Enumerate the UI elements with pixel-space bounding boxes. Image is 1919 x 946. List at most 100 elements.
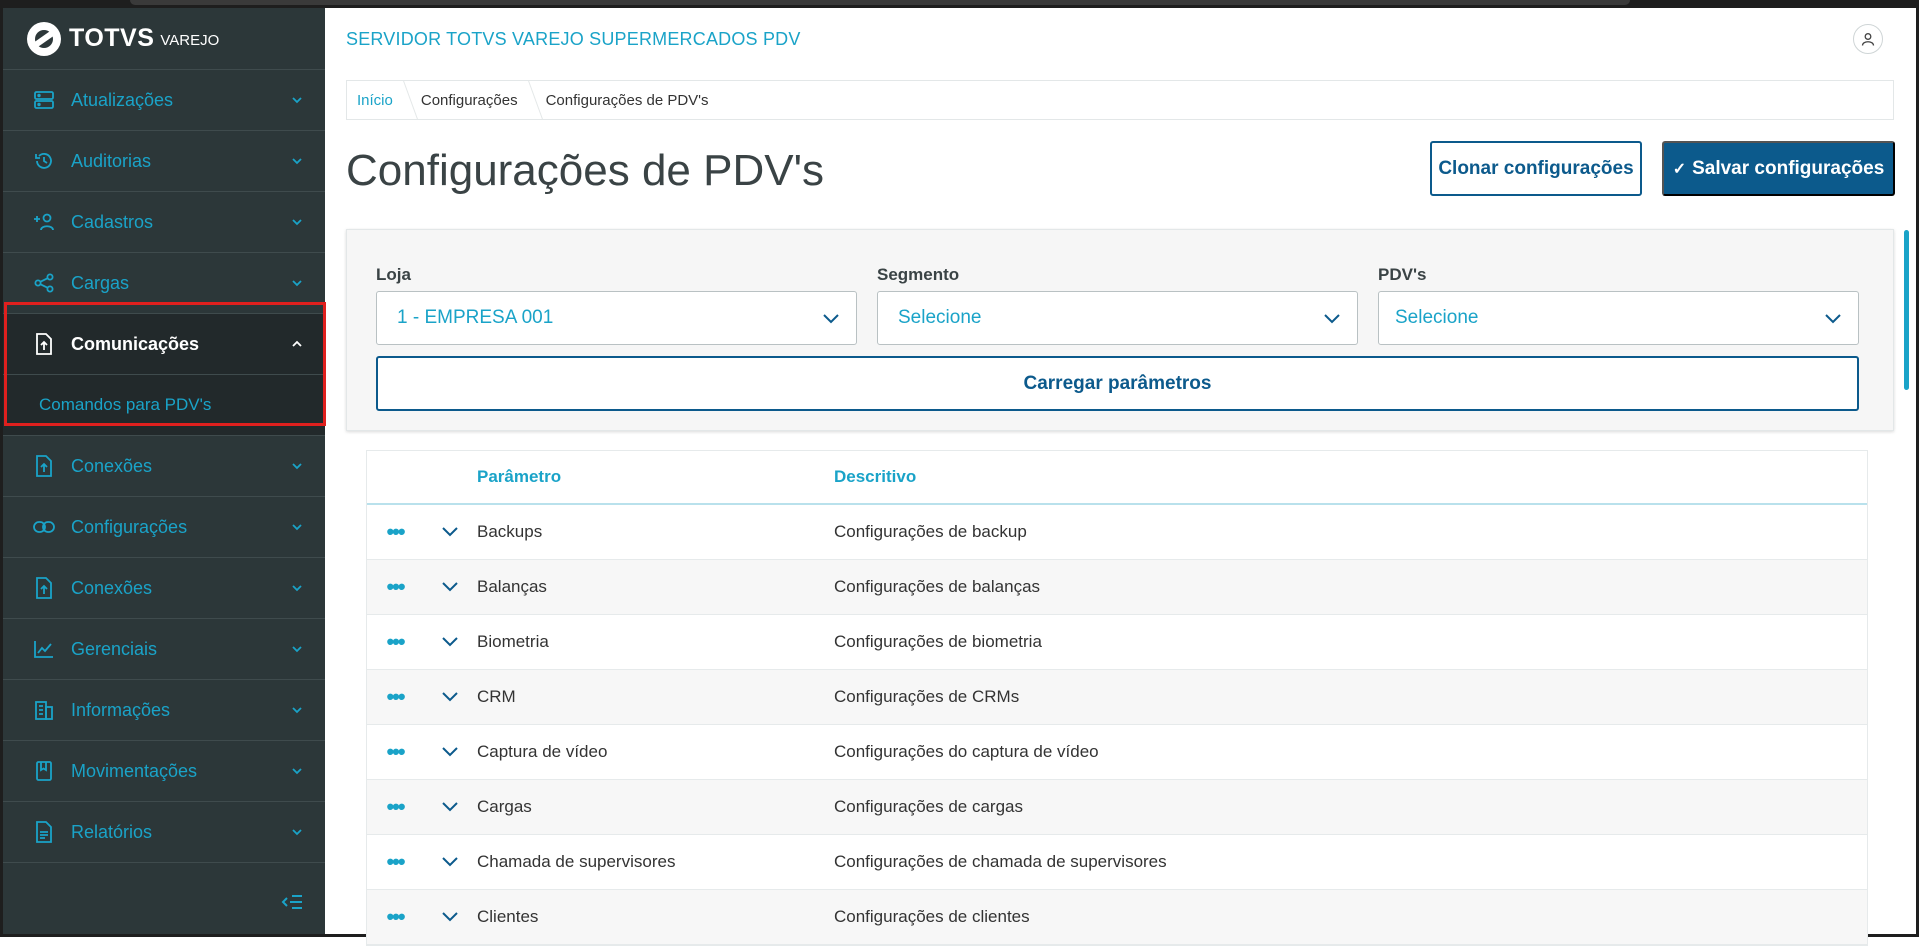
chart-icon [31, 638, 57, 660]
page-title: Configurações de PDV's [346, 146, 824, 195]
pdvs-select[interactable]: Selecione [1378, 291, 1859, 345]
sidebar-item-label: Comunicações [71, 333, 200, 354]
save-config-button[interactable]: ✓ Salvar configurações [1662, 141, 1895, 196]
add-user-icon [31, 211, 57, 233]
more-actions-icon[interactable]: ••• [367, 739, 423, 765]
collapse-menu-icon[interactable] [281, 890, 303, 916]
sidebar-subitem-comandos-pdvs[interactable]: Comandos para PDV's [3, 375, 325, 436]
table-row[interactable]: ••• Chamada de supervisores Configurações … [367, 835, 1867, 890]
share-icon [31, 272, 57, 294]
history-icon [31, 150, 57, 172]
loja-select[interactable]: 1 - EMPRESA 001 [376, 291, 857, 345]
more-actions-icon[interactable]: ••• [367, 794, 423, 820]
chevron-down-icon [292, 524, 302, 531]
upload-file-icon [31, 577, 57, 599]
server-icon [31, 89, 57, 111]
param-desc: Configurações de biometria [834, 632, 1042, 651]
table-row[interactable]: ••• Cargas Configurações de cargas [367, 780, 1867, 835]
expand-row-button[interactable] [423, 746, 477, 758]
chevron-down-icon [823, 314, 839, 324]
sidebar-item-conexoes[interactable]: Conexões [3, 436, 325, 497]
sidebar-item-comunicacoes[interactable]: Comunicações [3, 314, 325, 375]
breadcrumb-configuracoes[interactable]: Configurações [411, 81, 536, 119]
chevron-down-icon [1324, 314, 1340, 324]
sidebar: TOTVS VAREJO Atualizações Auditorias Cad… [3, 8, 325, 934]
expand-row-button[interactable] [423, 856, 477, 868]
expand-row-button[interactable] [423, 801, 477, 813]
browser-strip [130, 0, 1630, 5]
sidebar-item-movimentacoes[interactable]: Movimentações [3, 741, 325, 802]
sidebar-item-label: Configurações [71, 516, 188, 537]
loja-label: Loja [376, 265, 411, 284]
more-actions-icon[interactable]: ••• [367, 519, 423, 545]
table-row[interactable]: ••• Biometria Configurações de biometria [367, 615, 1867, 670]
clone-config-button[interactable]: Clonar configurações [1430, 141, 1642, 196]
sidebar-item-cadastros[interactable]: Cadastros [3, 192, 325, 253]
breadcrumb-inicio[interactable]: Início [347, 81, 411, 119]
sidebar-item-label: Movimentações [71, 760, 198, 781]
chevron-down-icon [292, 280, 302, 287]
column-header-desc[interactable]: Descritivo [834, 467, 1867, 487]
sidebar-item-label: Cargas [71, 272, 130, 293]
expand-row-button[interactable] [423, 691, 477, 703]
more-actions-icon[interactable]: ••• [367, 849, 423, 875]
chevron-down-icon [442, 857, 458, 867]
chevron-down-icon [442, 637, 458, 647]
sidebar-item-configuracoes[interactable]: Configurações [3, 497, 325, 558]
segmento-label: Segmento [877, 265, 960, 284]
param-name: Cargas [477, 797, 532, 816]
scrollbar-thumb[interactable] [1904, 230, 1909, 390]
expand-row-button[interactable] [423, 636, 477, 648]
param-name: Backups [477, 522, 543, 541]
table-row[interactable]: ••• Balanças Configurações de balanças [367, 560, 1867, 615]
sidebar-item-gerenciais[interactable]: Gerenciais [3, 619, 325, 680]
param-name: Captura de vídeo [477, 742, 608, 761]
chevron-down-icon [442, 802, 458, 812]
column-header-param[interactable]: Parâmetro [477, 467, 834, 487]
sidebar-item-informacoes[interactable]: Informações [3, 680, 325, 741]
param-name: Biometria [477, 632, 549, 651]
sidebar-item-label: Informações [71, 699, 171, 720]
more-actions-icon[interactable]: ••• [367, 684, 423, 710]
table-header: Parâmetro Descritivo [367, 451, 1867, 505]
sidebar-item-label: Auditorias [71, 150, 152, 171]
segmento-select[interactable]: Selecione [877, 291, 1358, 345]
chevron-down-icon [442, 692, 458, 702]
sidebar-item-cargas[interactable]: Cargas [3, 253, 325, 314]
param-name: CRM [477, 687, 516, 706]
expand-row-button[interactable] [423, 526, 477, 538]
table-row[interactable]: ••• Backups Configurações de backup [367, 505, 1867, 560]
app-title: SERVIDOR TOTVS VAREJO SUPERMERCADOS PDV [346, 28, 801, 49]
segmento-value: Selecione [898, 307, 982, 328]
expand-row-button[interactable] [423, 911, 477, 923]
more-actions-icon[interactable]: ••• [367, 629, 423, 655]
table-row[interactable]: ••• Captura de vídeo Configurações do capt… [367, 725, 1867, 780]
main-content: SERVIDOR TOTVS VAREJO SUPERMERCADOS PDV … [326, 8, 1911, 946]
breadcrumb: Início Configurações Configurações de PD… [346, 80, 1894, 120]
breadcrumb-current: Configurações de PDV's [545, 91, 709, 109]
param-desc: Configurações do captura de vídeo [834, 742, 1099, 761]
chevron-down-icon [292, 585, 302, 592]
sidebar-item-label: Relatórios [71, 821, 153, 842]
sidebar-item-auditorias[interactable]: Auditorias [3, 131, 325, 192]
sidebar-item-conexoes-2[interactable]: Conexões [3, 558, 325, 619]
chevron-down-icon [442, 582, 458, 592]
chevron-down-icon [442, 527, 458, 537]
chevron-down-icon [442, 912, 458, 922]
load-params-button[interactable]: Carregar parâmetros [376, 356, 1859, 411]
chevron-down-icon [292, 829, 302, 836]
sidebar-item-relatorios[interactable]: Relatórios [3, 802, 325, 863]
param-desc: Configurações de cargas [834, 797, 1024, 816]
more-actions-icon[interactable]: ••• [367, 574, 423, 600]
save-config-label: Salvar configurações [1692, 157, 1885, 179]
expand-row-button[interactable] [423, 581, 477, 593]
table-row[interactable]: ••• CRM Configurações de CRMs [367, 670, 1867, 725]
sidebar-item-atualizacoes[interactable]: Atualizações [3, 70, 325, 131]
sidebar-item-label: Conexões [71, 455, 153, 476]
chevron-up-icon [292, 340, 302, 347]
user-avatar-button[interactable] [1853, 24, 1883, 54]
more-actions-icon[interactable]: ••• [367, 904, 423, 930]
param-desc: Configurações de clientes [834, 907, 1030, 926]
chevron-down-icon [442, 747, 458, 757]
filter-panel: Loja 1 - EMPRESA 001 Segmento Selecione … [346, 229, 1894, 431]
